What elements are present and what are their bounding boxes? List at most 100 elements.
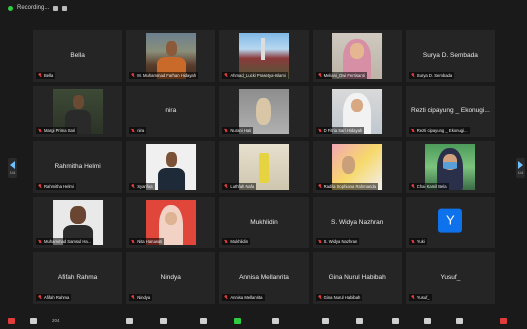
participant-label-text: Nita Haruwati <box>137 239 163 245</box>
apps-icon <box>392 317 399 324</box>
participant-tile[interactable]: Gina Nurul Habibah Gina Nurul Habibah <box>312 252 402 304</box>
participant-display-name: Rahmitha Helmi <box>54 162 101 170</box>
page-indicator-right: 1/4 <box>517 170 524 175</box>
breakout-rooms-button[interactable] <box>322 315 329 326</box>
mic-muted-icon <box>318 184 322 188</box>
participant-label-text: Mukhlidin <box>230 239 249 245</box>
chevron-right-icon <box>518 161 523 169</box>
unmute-button[interactable] <box>8 315 15 326</box>
mic-muted-icon <box>318 128 322 133</box>
participant-tile[interactable]: Radila Sophiana Rahmanda <box>312 141 402 193</box>
recording-indicator[interactable]: Recording... <box>8 5 68 11</box>
participant-label-text: Ahmad_Lucki Prasetya-Islami <box>230 72 286 78</box>
participant-tile[interactable]: Nurani Hati <box>219 85 309 138</box>
participant-name-label: Nindya <box>129 293 153 301</box>
participant-tile[interactable]: Nindya Nindya <box>126 252 216 304</box>
video-shape <box>165 41 177 56</box>
leave-button[interactable] <box>500 315 507 326</box>
participant-tile[interactable]: Rahmitha Helmi Rahmitha Helmi <box>33 141 123 193</box>
participant-name-label: Syarifaa <box>129 182 155 190</box>
share-screen-icon <box>234 317 241 324</box>
video-shape <box>72 94 84 109</box>
participant-display-name: Yusuf_ <box>440 273 461 281</box>
video-shape <box>256 97 272 126</box>
leave-icon <box>500 317 507 324</box>
reaction-icon <box>356 317 363 324</box>
participant-label-text: Rahmitha Helmi <box>44 183 74 189</box>
mic-muted-icon <box>411 73 415 77</box>
people-icon <box>160 317 167 324</box>
participant-tile[interactable]: Ahmad_Lucki Prasetya-Islami <box>219 30 309 82</box>
mic-muted-icon <box>38 184 42 188</box>
participant-tile[interactable]: Muhammad Samsul Ha... <box>33 196 123 249</box>
stop-recording-icon[interactable] <box>62 5 68 11</box>
mic-muted-icon <box>131 184 135 188</box>
video-camera-icon <box>30 317 37 324</box>
previous-page-button[interactable]: 1/4 <box>8 158 17 178</box>
whiteboard-icon <box>424 317 431 324</box>
next-page-button[interactable]: 1/4 <box>516 158 525 178</box>
participant-name-label: Muhammad Samsul Ha... <box>36 238 94 246</box>
chat-bubble-icon <box>200 317 207 324</box>
participant-name-label: Radila Sophiana Rahmanda <box>315 182 378 190</box>
participant-name-label: Margi Prima Sari <box>36 127 78 135</box>
participant-display-name: nira <box>165 107 177 115</box>
participant-tile[interactable]: nira nira <box>126 85 216 138</box>
more-icon <box>456 317 463 324</box>
participant-tile[interactable]: Nita Haruwati <box>126 196 216 249</box>
share-screen-button[interactable] <box>234 315 241 326</box>
participants-count[interactable]: 204 <box>52 315 60 326</box>
video-button[interactable] <box>30 315 37 326</box>
mic-muted-icon <box>131 128 135 133</box>
reactions-button[interactable] <box>356 315 363 326</box>
participant-tile[interactable]: Yusuf_ Yusuf_ <box>405 252 495 304</box>
participant-tile[interactable]: M. Muhammad Farhan Hidayah <box>126 30 216 82</box>
mic-muted-icon <box>38 295 42 299</box>
participant-tile[interactable]: Meliani_Dwi Ferrisanti <box>312 30 402 82</box>
participant-tile[interactable]: Mukhlidin Mukhlidin <box>219 196 309 249</box>
chat-button[interactable] <box>200 315 207 326</box>
participants-button[interactable] <box>160 315 167 326</box>
mic-off-icon <box>8 317 15 324</box>
more-button[interactable] <box>456 315 463 326</box>
participant-tile[interactable]: S. Widya Nazhran S. Widya Nazhran <box>312 196 402 249</box>
participant-tile[interactable]: Rezti cipayung _ Ekonugi... Rezti cipayun… <box>405 85 495 138</box>
participant-label-text: Meliani_Dwi Ferrisanti <box>323 72 365 78</box>
participant-tile[interactable]: Chai Kamil Bela <box>405 141 495 193</box>
video-shape <box>157 167 185 190</box>
participant-tile[interactable]: Luthfah Nafa <box>219 141 309 193</box>
apps-button[interactable] <box>392 315 399 326</box>
participant-tile[interactable]: Surya D. Sembada Surya D. Sembada <box>405 30 495 82</box>
pause-recording-icon[interactable] <box>53 5 59 11</box>
participant-label-text: Afifah Rahma <box>44 294 70 300</box>
mic-muted-icon <box>224 128 228 133</box>
participant-tile[interactable]: Annisa Mellanrita Annisa Mellanrita <box>219 252 309 304</box>
participant-tile[interactable]: D Fitria Sari Hidayah <box>312 85 402 138</box>
participant-tile[interactable]: Afifah Rahma Afifah Rahma <box>33 252 123 304</box>
record-button[interactable] <box>272 315 279 326</box>
video-shape <box>165 152 177 167</box>
video-shape <box>351 98 364 113</box>
participant-display-name: Annisa Mellanrita <box>239 273 289 281</box>
video-shape <box>164 211 177 226</box>
participant-tile[interactable]: Syarifaa <box>126 141 216 193</box>
participant-tile[interactable]: Margi Prima Sari <box>33 85 123 138</box>
participant-tile[interactable]: Bella Bella <box>33 30 123 82</box>
grid-icon <box>322 317 329 324</box>
participant-label-text: Muhammad Samsul Ha... <box>44 239 92 245</box>
participant-name-label: Meliani_Dwi Ferrisanti <box>315 71 367 79</box>
participant-name-label: Yusuf_ <box>408 293 432 301</box>
top-bar: Recording... <box>0 0 527 22</box>
participants-count-label: 204 <box>52 318 60 323</box>
mic-muted-icon <box>224 239 228 244</box>
video-shape <box>261 37 266 61</box>
participant-name-label: Nurani Hati <box>222 127 254 135</box>
security-button[interactable] <box>126 315 133 326</box>
whiteboard-button[interactable] <box>424 315 431 326</box>
participant-label-text: Margi Prima Sari <box>44 128 76 134</box>
participant-tile[interactable]: Y Yuki <box>405 196 495 249</box>
mic-muted-icon <box>224 73 228 77</box>
video-shape <box>342 155 355 174</box>
participant-label-text: Annisa Mellanrita <box>230 294 263 300</box>
participant-display-name: S. Widya Nazhran <box>331 218 384 226</box>
